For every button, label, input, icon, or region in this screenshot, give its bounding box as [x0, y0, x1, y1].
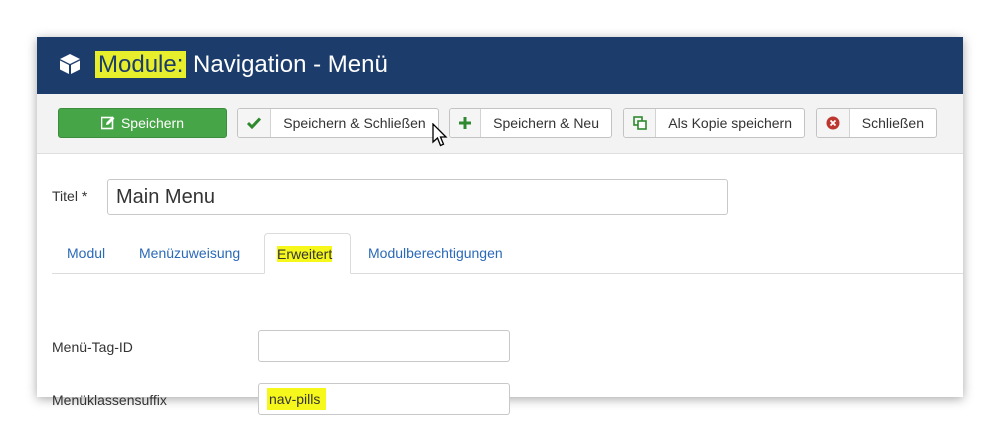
menu-tag-id-label: Menü-Tag-ID: [52, 339, 133, 355]
cube-icon: [60, 54, 80, 74]
tab-erweitert[interactable]: Erweitert: [264, 233, 351, 274]
menu-class-suffix-label: Menüklassensuffix: [52, 392, 167, 408]
title-input[interactable]: Main Menu: [107, 179, 728, 215]
save-button-label: Speichern: [120, 115, 185, 131]
tab-erweitert-label: Erweitert: [277, 246, 333, 262]
menu-tag-id-input[interactable]: [258, 330, 510, 362]
save-new-button[interactable]: Speichern & Neu: [449, 108, 612, 138]
copy-icon: [624, 109, 657, 137]
check-icon: [238, 109, 271, 137]
close-label: Schließen: [861, 115, 924, 131]
tab-modul[interactable]: Modul: [67, 233, 105, 273]
save-copy-label: Als Kopie speichern: [668, 115, 792, 131]
tab-menuzuweisung[interactable]: Menüzuweisung: [139, 233, 240, 273]
page-title-highlight: Module:: [95, 51, 187, 78]
tab-bar: Modul Menüzuweisung Erweitert Modulberec…: [52, 233, 963, 274]
edit-icon: [100, 116, 115, 130]
page-title: Module: Navigation - Menü: [95, 50, 388, 80]
page-title-rest: Navigation - Menü: [186, 51, 388, 78]
save-button[interactable]: Speichern: [58, 108, 227, 138]
save-close-label: Speichern & Schließen: [283, 115, 426, 131]
tab-modulberechtigungen[interactable]: Modulberechtigungen: [368, 233, 503, 273]
close-button[interactable]: Schließen: [816, 108, 937, 138]
save-copy-button[interactable]: Als Kopie speichern: [623, 108, 805, 138]
module-edit-window: Module: Navigation - Menü Speichern Spei…: [37, 37, 963, 415]
plus-icon: [450, 109, 482, 137]
mouse-pointer-icon: [432, 123, 448, 147]
cancel-circle-icon: [817, 109, 850, 137]
menu-class-suffix-value: nav-pills: [267, 388, 327, 410]
menu-class-suffix-input[interactable]: nav-pills: [258, 383, 510, 415]
save-new-label: Speichern & Neu: [493, 115, 599, 131]
save-close-button[interactable]: Speichern & Schließen: [237, 108, 439, 138]
toolbar: Speichern Speichern & Schließen Speicher…: [37, 94, 963, 154]
title-label: Titel *: [52, 188, 88, 204]
page-header: Module: Navigation - Menü: [37, 37, 963, 94]
